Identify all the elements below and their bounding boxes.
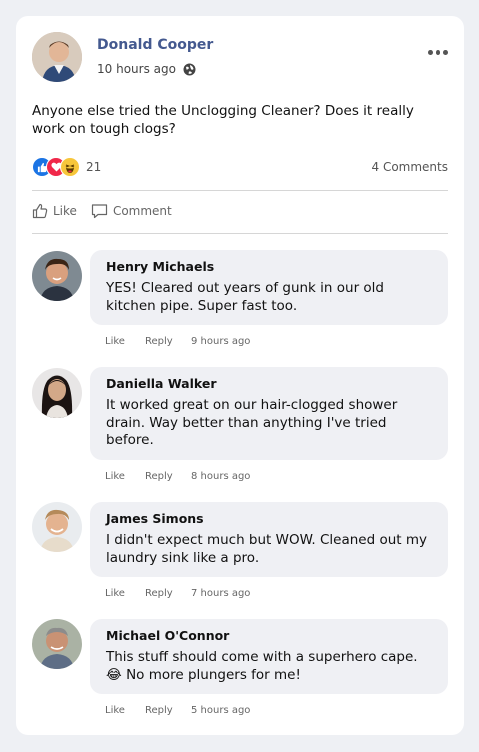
post-meta: 10 hours ago [97, 62, 196, 76]
comment-time: 7 hours ago [191, 588, 251, 599]
reaction-count: 21 [86, 160, 102, 174]
laughing-emoji-icon: 😂 [106, 666, 122, 683]
comment-actions: Like Reply 7 hours ago [105, 588, 250, 599]
comment-bubble: Michael O'Connor This stuff should come … [90, 619, 448, 694]
comment-actions: Like Reply 8 hours ago [105, 471, 250, 482]
commenter-avatar[interactable] [32, 368, 82, 418]
comment-text-part: This stuff should come with a superhero … [106, 649, 418, 665]
divider [32, 190, 448, 191]
comment-bubble: Henry Michaels YES! Cleared out years of… [90, 250, 448, 325]
commenter-name[interactable]: James Simons [106, 511, 432, 526]
like-label: Like [53, 204, 77, 218]
reactions-summary[interactable]: 21 [32, 157, 101, 177]
commenter-name[interactable]: Michael O'Connor [106, 628, 432, 643]
comment-bubble-icon [91, 204, 108, 219]
commenter-name[interactable]: Daniella Walker [106, 376, 432, 391]
comment-text-part: No more plungers for me! [126, 666, 301, 683]
comment-bubble: James Simons I didn't expect much but WO… [90, 502, 448, 577]
comment-reply-button[interactable]: Reply [145, 588, 191, 599]
thumbs-up-icon [32, 203, 48, 219]
post-card: Donald Cooper 10 hours ago Anyone else t… [16, 16, 464, 735]
comment-text: I didn't expect much but WOW. Cleaned ou… [106, 532, 428, 566]
comments-count-link[interactable]: 4 Comments [372, 160, 449, 174]
comment-reply-button[interactable]: Reply [145, 336, 191, 347]
comment-text: This stuff should come with a superhero … [106, 649, 432, 684]
comment-bubble: Daniella Walker It worked great on our h… [90, 367, 448, 460]
comment-time: 9 hours ago [191, 336, 251, 347]
post-author-avatar[interactable] [32, 32, 82, 82]
comment-time: 8 hours ago [191, 471, 251, 482]
post-text: Anyone else tried the Unclogging Cleaner… [32, 103, 414, 137]
divider [32, 233, 448, 234]
globe-icon [183, 63, 196, 76]
comment-actions: Like Reply 9 hours ago [105, 336, 250, 347]
comment-text: It worked great on our hair-clogged show… [106, 397, 398, 448]
commenter-avatar[interactable] [32, 619, 82, 669]
commenter-avatar[interactable] [32, 502, 82, 552]
comment-text: YES! Cleared out years of gunk in our ol… [106, 280, 384, 314]
haha-reaction-icon [60, 157, 80, 177]
more-options-icon[interactable] [428, 50, 449, 58]
like-button[interactable]: Like [32, 203, 77, 219]
post-actions: Like Comment [32, 203, 172, 219]
comment-time: 5 hours ago [191, 705, 251, 716]
comment-like-button[interactable]: Like [105, 705, 145, 716]
commenter-name[interactable]: Henry Michaels [106, 259, 432, 274]
comment-reply-button[interactable]: Reply [145, 471, 191, 482]
commenter-avatar[interactable] [32, 251, 82, 301]
comment-reply-button[interactable]: Reply [145, 705, 191, 716]
post-author-name[interactable]: Donald Cooper [97, 37, 213, 53]
comment-button[interactable]: Comment [91, 203, 172, 219]
comment-like-button[interactable]: Like [105, 336, 145, 347]
comment-like-button[interactable]: Like [105, 588, 145, 599]
comment-like-button[interactable]: Like [105, 471, 145, 482]
post-time[interactable]: 10 hours ago [97, 62, 176, 76]
comment-actions: Like Reply 5 hours ago [105, 705, 250, 716]
comment-label: Comment [112, 204, 172, 218]
